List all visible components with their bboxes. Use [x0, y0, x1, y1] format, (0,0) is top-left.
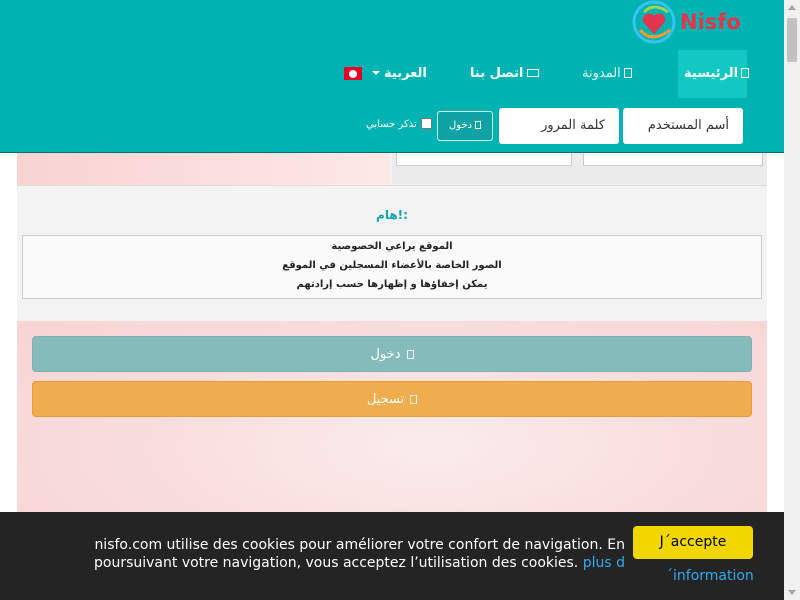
scroll-down-icon[interactable] — [788, 590, 796, 595]
cookie-banner: nisfo.com utilise des cookies pour améli… — [0, 512, 784, 600]
username-input[interactable]: أسم المستخدم — [623, 108, 743, 144]
top-gray-panel — [392, 146, 767, 185]
cookie-text: nisfo.com utilise des cookies pour améli… — [60, 536, 625, 572]
nav-language-dropdown[interactable]: العربية — [372, 50, 427, 98]
site-logo[interactable]: Nisfo — [632, 0, 742, 48]
remember-me[interactable]: تذكر حسابي — [366, 118, 432, 130]
register-button-label: تسجيل — [366, 392, 405, 407]
nav-home[interactable]: الرئيسية — [678, 50, 750, 98]
nav-home-label: الرئيسية — [684, 66, 739, 81]
brand-name: Nisfo — [680, 10, 741, 34]
nav-blog-label: المدونة — [582, 66, 621, 81]
home-icon — [741, 68, 750, 78]
header-login-label: دخول — [448, 120, 473, 131]
cookie-more-info-link[interactable]: plus d — [583, 555, 625, 571]
remember-checkbox[interactable] — [420, 118, 432, 129]
username-placeholder: أسم المستخدم — [647, 118, 729, 133]
notice-line: الصور الخاصة بالأعضاء المسجلين في الموقع — [282, 260, 502, 271]
notice-line: الموقع يراعي الخصوصية — [331, 241, 453, 252]
nav-language-label: العربية — [384, 66, 427, 81]
login-button-label: دخول — [370, 347, 401, 362]
page: Nisfo الرئيسية المدونة اتصل بنا العربية … — [0, 0, 784, 600]
chevron-down-icon — [372, 71, 380, 75]
nav-blog[interactable]: المدونة — [582, 50, 632, 98]
register-button[interactable]: تسجيل — [32, 381, 752, 417]
book-icon — [623, 68, 632, 78]
password-input[interactable]: كلمة المرور — [499, 108, 619, 144]
nav-contact[interactable]: اتصل بنا — [470, 50, 540, 98]
scroll-up-icon[interactable] — [788, 5, 796, 10]
cookie-message: nisfo.com utilise des cookies pour améli… — [94, 537, 625, 571]
section-divider — [17, 185, 767, 186]
remember-label: تذكر حسابي — [366, 119, 417, 130]
sign-in-icon — [406, 350, 414, 359]
header-login-button[interactable]: دخول — [437, 111, 493, 141]
site-header: Nisfo الرئيسية المدونة اتصل بنا العربية … — [0, 0, 784, 153]
cookie-more-info-link-continued[interactable]: ´information — [666, 568, 754, 584]
login-button[interactable]: دخول — [32, 336, 752, 372]
nav-contact-label: اتصل بنا — [470, 66, 524, 81]
notice-title: هام!: — [376, 208, 408, 222]
sign-in-icon — [475, 121, 482, 129]
user-plus-icon — [410, 395, 418, 404]
heart-swirl-logo-icon — [632, 0, 676, 44]
scrollbar-thumb[interactable] — [787, 18, 797, 62]
notice-box: الموقع يراعي الخصوصية الصور الخاصة بالأع… — [22, 235, 762, 299]
top-pink-panel — [17, 152, 390, 185]
notice-line: يمكن إخفاؤها و إظهارها حسب إرادتهم — [296, 279, 488, 290]
cookie-accept-button[interactable]: J´accepte — [633, 526, 753, 559]
page-scrollbar[interactable] — [784, 0, 800, 600]
password-placeholder: كلمة المرور — [541, 118, 605, 133]
tunisia-flag-icon[interactable] — [344, 67, 362, 80]
envelope-icon — [527, 69, 540, 77]
